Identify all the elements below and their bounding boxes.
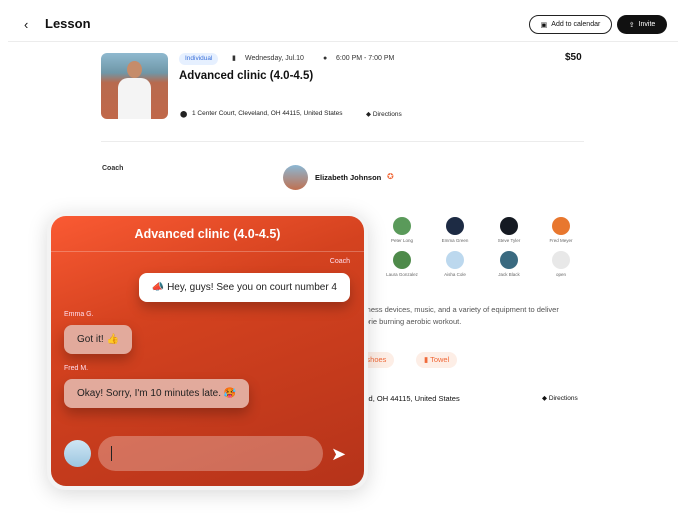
lesson-image: [101, 53, 168, 119]
award-icon: ✪: [387, 172, 394, 181]
calendar-plus-icon: ▣: [540, 21, 548, 29]
coach-label: Coach: [102, 165, 124, 172]
message-bubble: 📣 Hey, guys! See you on court number 4: [138, 273, 350, 302]
directions-link[interactable]: ◆ Directions: [542, 394, 578, 402]
lesson-time: 6:00 PM - 7:00 PM: [336, 55, 395, 62]
coach-avatar[interactable]: [283, 165, 308, 190]
calendar-icon: ▮: [232, 55, 236, 62]
participant-name: Fred Meyer: [549, 238, 573, 243]
participant-avatar[interactable]: [446, 217, 464, 235]
header-divider: [8, 41, 678, 42]
message-input[interactable]: [98, 436, 323, 471]
participant-avatar[interactable]: [552, 217, 570, 235]
directions-icon: ◆: [366, 111, 373, 118]
lesson-description: s fitness devices, music, and a variety …: [355, 305, 559, 326]
coach-name[interactable]: Elizabeth Johnson: [315, 173, 381, 182]
participant-avatar[interactable]: [500, 217, 518, 235]
invite-button[interactable]: ⇪ Invite: [617, 15, 667, 34]
lesson-address: 1 Center Court, Cleveland, OH 44115, Uni…: [192, 110, 343, 117]
lesson-price: $50: [565, 52, 582, 63]
message-bubble: Got it! 👍: [64, 325, 132, 354]
section-divider: [101, 141, 584, 142]
chat-panel: Advanced clinic (4.0-4.5) Coach 📣 Hey, g…: [51, 216, 364, 486]
lesson-date: Wednesday, Jul.10: [245, 55, 304, 62]
message-bubble: Okay! Sorry, I'm 10 minutes late. 🥵: [64, 379, 250, 408]
participant-avatar[interactable]: [393, 217, 411, 235]
equipment-tag: ▮ Towel: [416, 352, 458, 368]
participant-name: open: [555, 272, 566, 277]
participant-avatar[interactable]: [393, 251, 411, 269]
location-pin-icon: ⬤: [180, 111, 188, 118]
participant-name: Laura Gonzalez: [386, 272, 418, 277]
page-title: Lesson: [45, 16, 91, 31]
participant-name: Peter Long: [390, 238, 414, 243]
message-sender: Fred M.: [64, 365, 89, 372]
send-icon[interactable]: ➤: [331, 444, 346, 465]
open-slot-avatar[interactable]: [552, 251, 570, 269]
participant-name: Steve Tyler: [497, 238, 521, 243]
share-icon: ⇪: [628, 21, 635, 29]
participant-name: Jack Black: [498, 272, 520, 277]
user-avatar: [64, 440, 91, 467]
message-sender: Emma G.: [64, 311, 94, 318]
participant-name: Aisha Cole: [444, 272, 466, 277]
participant-avatar[interactable]: [500, 251, 518, 269]
chat-divider: [51, 251, 364, 252]
directions-icon: ◆: [542, 395, 549, 402]
chat-title: Advanced clinic (4.0-4.5): [134, 227, 281, 241]
back-icon[interactable]: ‹: [24, 17, 28, 32]
message-sender: Coach: [329, 258, 350, 265]
lesson-title: Advanced clinic (4.0-4.5): [179, 70, 314, 82]
directions-link[interactable]: ◆ Directions: [366, 110, 402, 118]
lesson-type-badge: Individual: [179, 53, 219, 65]
clock-icon: ●: [323, 55, 328, 62]
participant-avatar[interactable]: [446, 251, 464, 269]
add-to-calendar-button[interactable]: ▣ Add to calendar: [529, 15, 612, 34]
participant-name: Emma Green: [441, 238, 469, 243]
